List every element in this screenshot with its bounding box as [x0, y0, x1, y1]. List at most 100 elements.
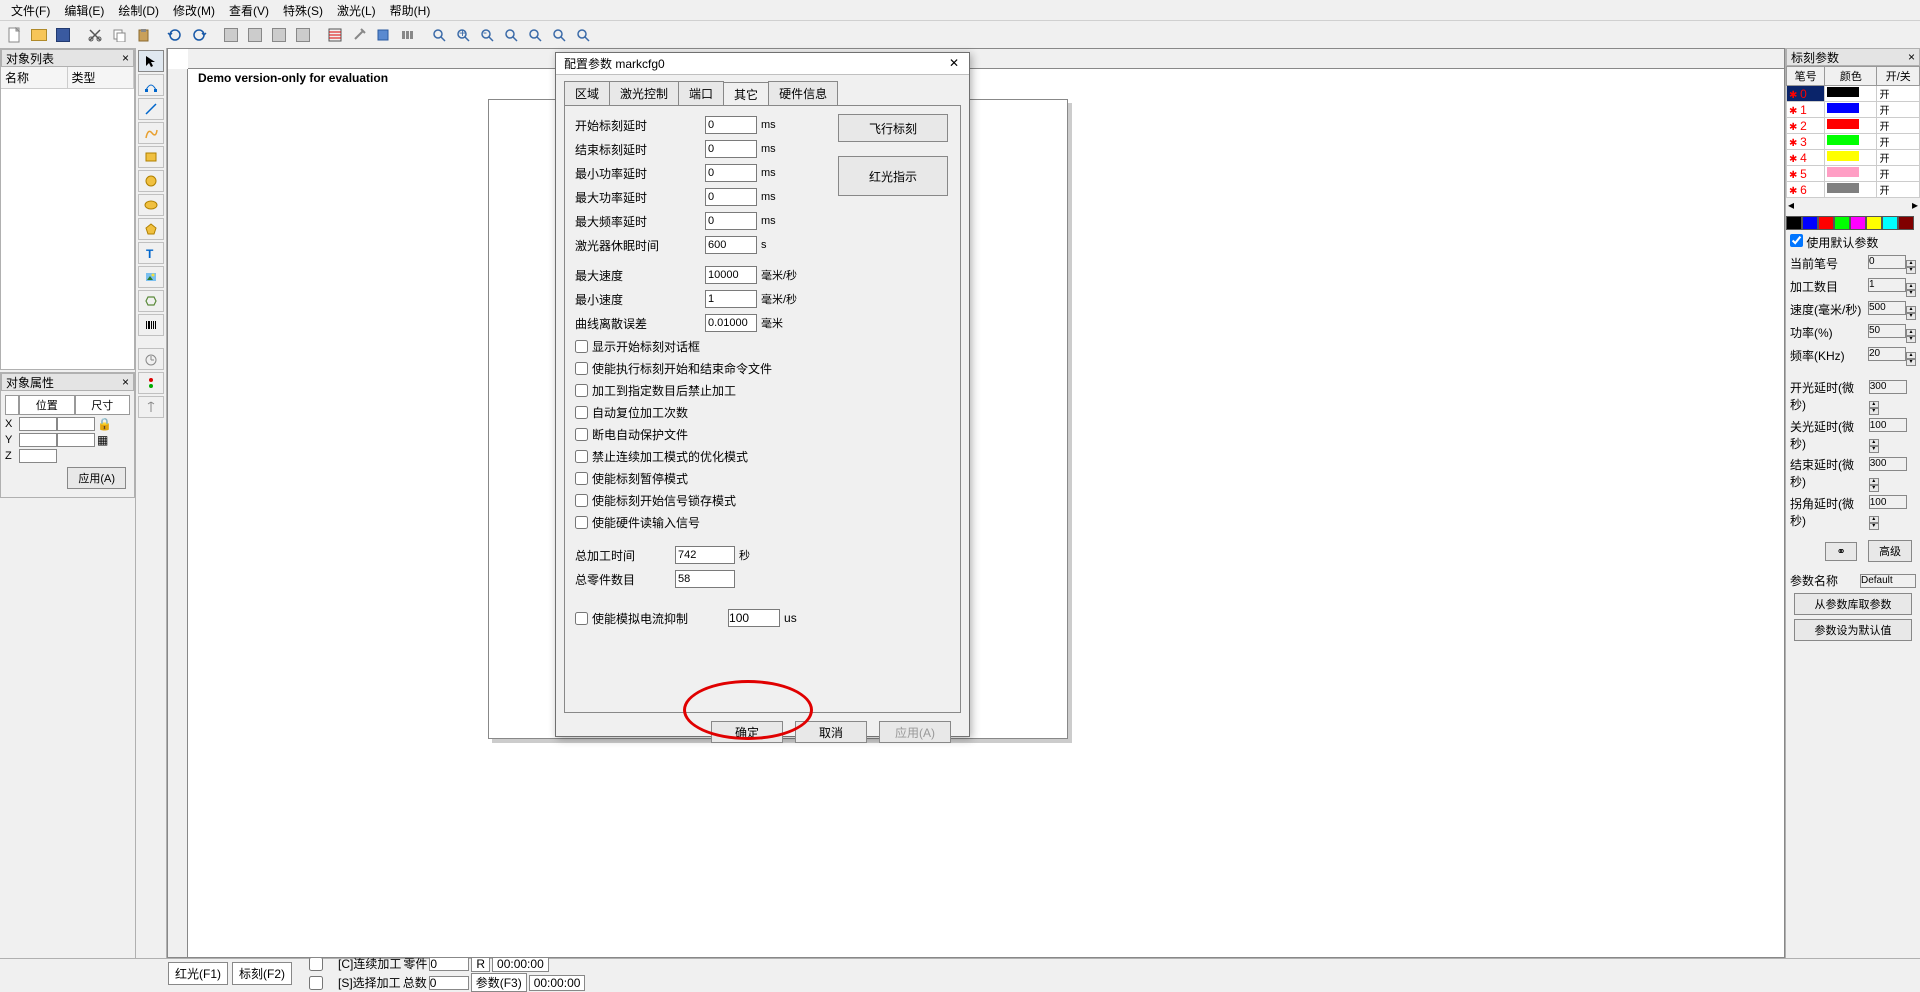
snap1-button[interactable]	[220, 24, 242, 46]
object-list-col-name[interactable]: 名称	[1, 67, 68, 88]
zoom-out-button[interactable]: -	[476, 24, 498, 46]
color-swatch[interactable]	[1818, 216, 1834, 230]
tab-other[interactable]: 其它	[723, 82, 769, 106]
pen-row[interactable]: ✱ 3开	[1787, 134, 1920, 150]
check-auto-reset[interactable]	[575, 406, 588, 419]
red-light-button[interactable]: 红光指示	[838, 156, 948, 196]
on-delay-input[interactable]	[1869, 380, 1907, 394]
object-list-col-type[interactable]: 类型	[68, 67, 135, 88]
end-mark-delay-input[interactable]	[705, 140, 757, 158]
x-size-input[interactable]	[57, 417, 95, 431]
node-tool[interactable]	[138, 74, 164, 96]
start-delay-input[interactable]	[705, 116, 757, 134]
tab-port[interactable]: 端口	[678, 81, 724, 105]
check-power-protect[interactable]	[575, 428, 588, 441]
max-pwr-delay-input[interactable]	[705, 188, 757, 206]
param-name-input[interactable]	[1860, 574, 1916, 588]
object-list-body[interactable]	[1, 89, 134, 369]
freq-input[interactable]	[1868, 347, 1906, 361]
zoom-in-button[interactable]: +	[452, 24, 474, 46]
scroll-right-icon[interactable]: ▸	[1912, 198, 1918, 212]
pen-row[interactable]: ✱ 6开	[1787, 182, 1920, 198]
tab-area[interactable]: 区域	[564, 81, 610, 105]
rect-tool[interactable]	[138, 146, 164, 168]
pen-col-color[interactable]: 颜色	[1825, 67, 1877, 86]
vector-tool[interactable]	[138, 290, 164, 312]
redo-button[interactable]	[188, 24, 210, 46]
pen-row[interactable]: ✱ 4开	[1787, 150, 1920, 166]
zoom-sel-button[interactable]	[548, 24, 570, 46]
total-time-input[interactable]	[675, 546, 735, 564]
close-icon[interactable]: ×	[122, 375, 129, 389]
mark-tab[interactable]: 标刻(F2)	[232, 962, 292, 985]
check-pause-mode[interactable]	[575, 472, 588, 485]
color-swatch[interactable]	[1898, 216, 1914, 230]
from-lib-button[interactable]: 从参数库取参数	[1794, 593, 1912, 615]
scroll-left-icon[interactable]: ◂	[1788, 198, 1794, 212]
menu-file[interactable]: 文件(F)	[5, 0, 56, 20]
color-swatch[interactable]	[1834, 216, 1850, 230]
image-tool[interactable]	[138, 266, 164, 288]
menu-help[interactable]: 帮助(H)	[384, 0, 437, 20]
tab-hardware[interactable]: 硬件信息	[768, 81, 838, 105]
menu-special[interactable]: 特殊(S)	[277, 0, 329, 20]
end-delay-input[interactable]	[1869, 457, 1907, 471]
power-input[interactable]	[1868, 324, 1906, 338]
close-icon[interactable]: ×	[122, 51, 129, 65]
ok-button[interactable]: 确定	[711, 721, 783, 743]
pen-col-on[interactable]: 开/关	[1877, 67, 1920, 86]
y-size-input[interactable]	[57, 433, 95, 447]
check-enable-cmd[interactable]	[575, 362, 588, 375]
pen-col-no[interactable]: 笔号	[1787, 67, 1825, 86]
menu-view[interactable]: 查看(V)	[223, 0, 275, 20]
check-analog-suppress[interactable]	[575, 612, 588, 625]
tool-button[interactable]	[348, 24, 370, 46]
cut-button[interactable]	[84, 24, 106, 46]
max-freq-delay-input[interactable]	[705, 212, 757, 230]
max-speed-input[interactable]	[705, 266, 757, 284]
snap4-button[interactable]	[292, 24, 314, 46]
part-input[interactable]	[429, 957, 469, 971]
zoom-fit-button[interactable]	[428, 24, 450, 46]
color-swatch[interactable]	[1850, 216, 1866, 230]
menu-draw[interactable]: 绘制(D)	[112, 0, 165, 20]
prop-apply-button[interactable]: 应用(A)	[67, 467, 126, 489]
speed-input[interactable]	[1868, 301, 1906, 315]
snap3-button[interactable]	[268, 24, 290, 46]
cancel-button[interactable]: 取消	[795, 721, 867, 743]
count-input[interactable]	[1868, 278, 1906, 292]
dialog-close-button[interactable]: ✕	[941, 55, 967, 73]
canvas[interactable]: Demo version-only for evaluation	[167, 48, 1785, 958]
text-tool[interactable]: T	[138, 242, 164, 264]
z-pos-input[interactable]	[19, 449, 57, 463]
check-hw-input[interactable]	[575, 516, 588, 529]
barcode-tool[interactable]	[138, 314, 164, 336]
lock-icon[interactable]: 🔒	[97, 417, 112, 431]
link-button[interactable]: ⚭	[1825, 542, 1856, 561]
color-swatch[interactable]	[1882, 216, 1898, 230]
undo-button[interactable]	[164, 24, 186, 46]
y-pos-input[interactable]	[19, 433, 57, 447]
menu-modify[interactable]: 修改(M)	[167, 0, 221, 20]
zoom-all-button[interactable]	[524, 24, 546, 46]
x-pos-input[interactable]	[19, 417, 57, 431]
paste-button[interactable]	[132, 24, 154, 46]
continuous-check[interactable]	[296, 957, 336, 971]
close-icon[interactable]: ×	[1908, 50, 1915, 64]
min-speed-input[interactable]	[705, 290, 757, 308]
select-check[interactable]	[296, 976, 336, 990]
check-latch-mode[interactable]	[575, 494, 588, 507]
off-delay-input[interactable]	[1869, 418, 1907, 432]
use-default-check[interactable]: 使用默认参数	[1790, 234, 1878, 251]
list-button[interactable]	[372, 24, 394, 46]
check-show-start[interactable]	[575, 340, 588, 353]
sleep-input[interactable]	[705, 236, 757, 254]
grid-icon[interactable]: ▦	[97, 433, 108, 447]
menu-edit[interactable]: 编辑(E)	[58, 0, 110, 20]
save-button[interactable]	[52, 24, 74, 46]
pen-row[interactable]: ✱ 2开	[1787, 118, 1920, 134]
config-button[interactable]	[396, 24, 418, 46]
hatch-button[interactable]	[324, 24, 346, 46]
line-tool[interactable]	[138, 98, 164, 120]
advanced-button[interactable]: 高级	[1868, 540, 1912, 562]
